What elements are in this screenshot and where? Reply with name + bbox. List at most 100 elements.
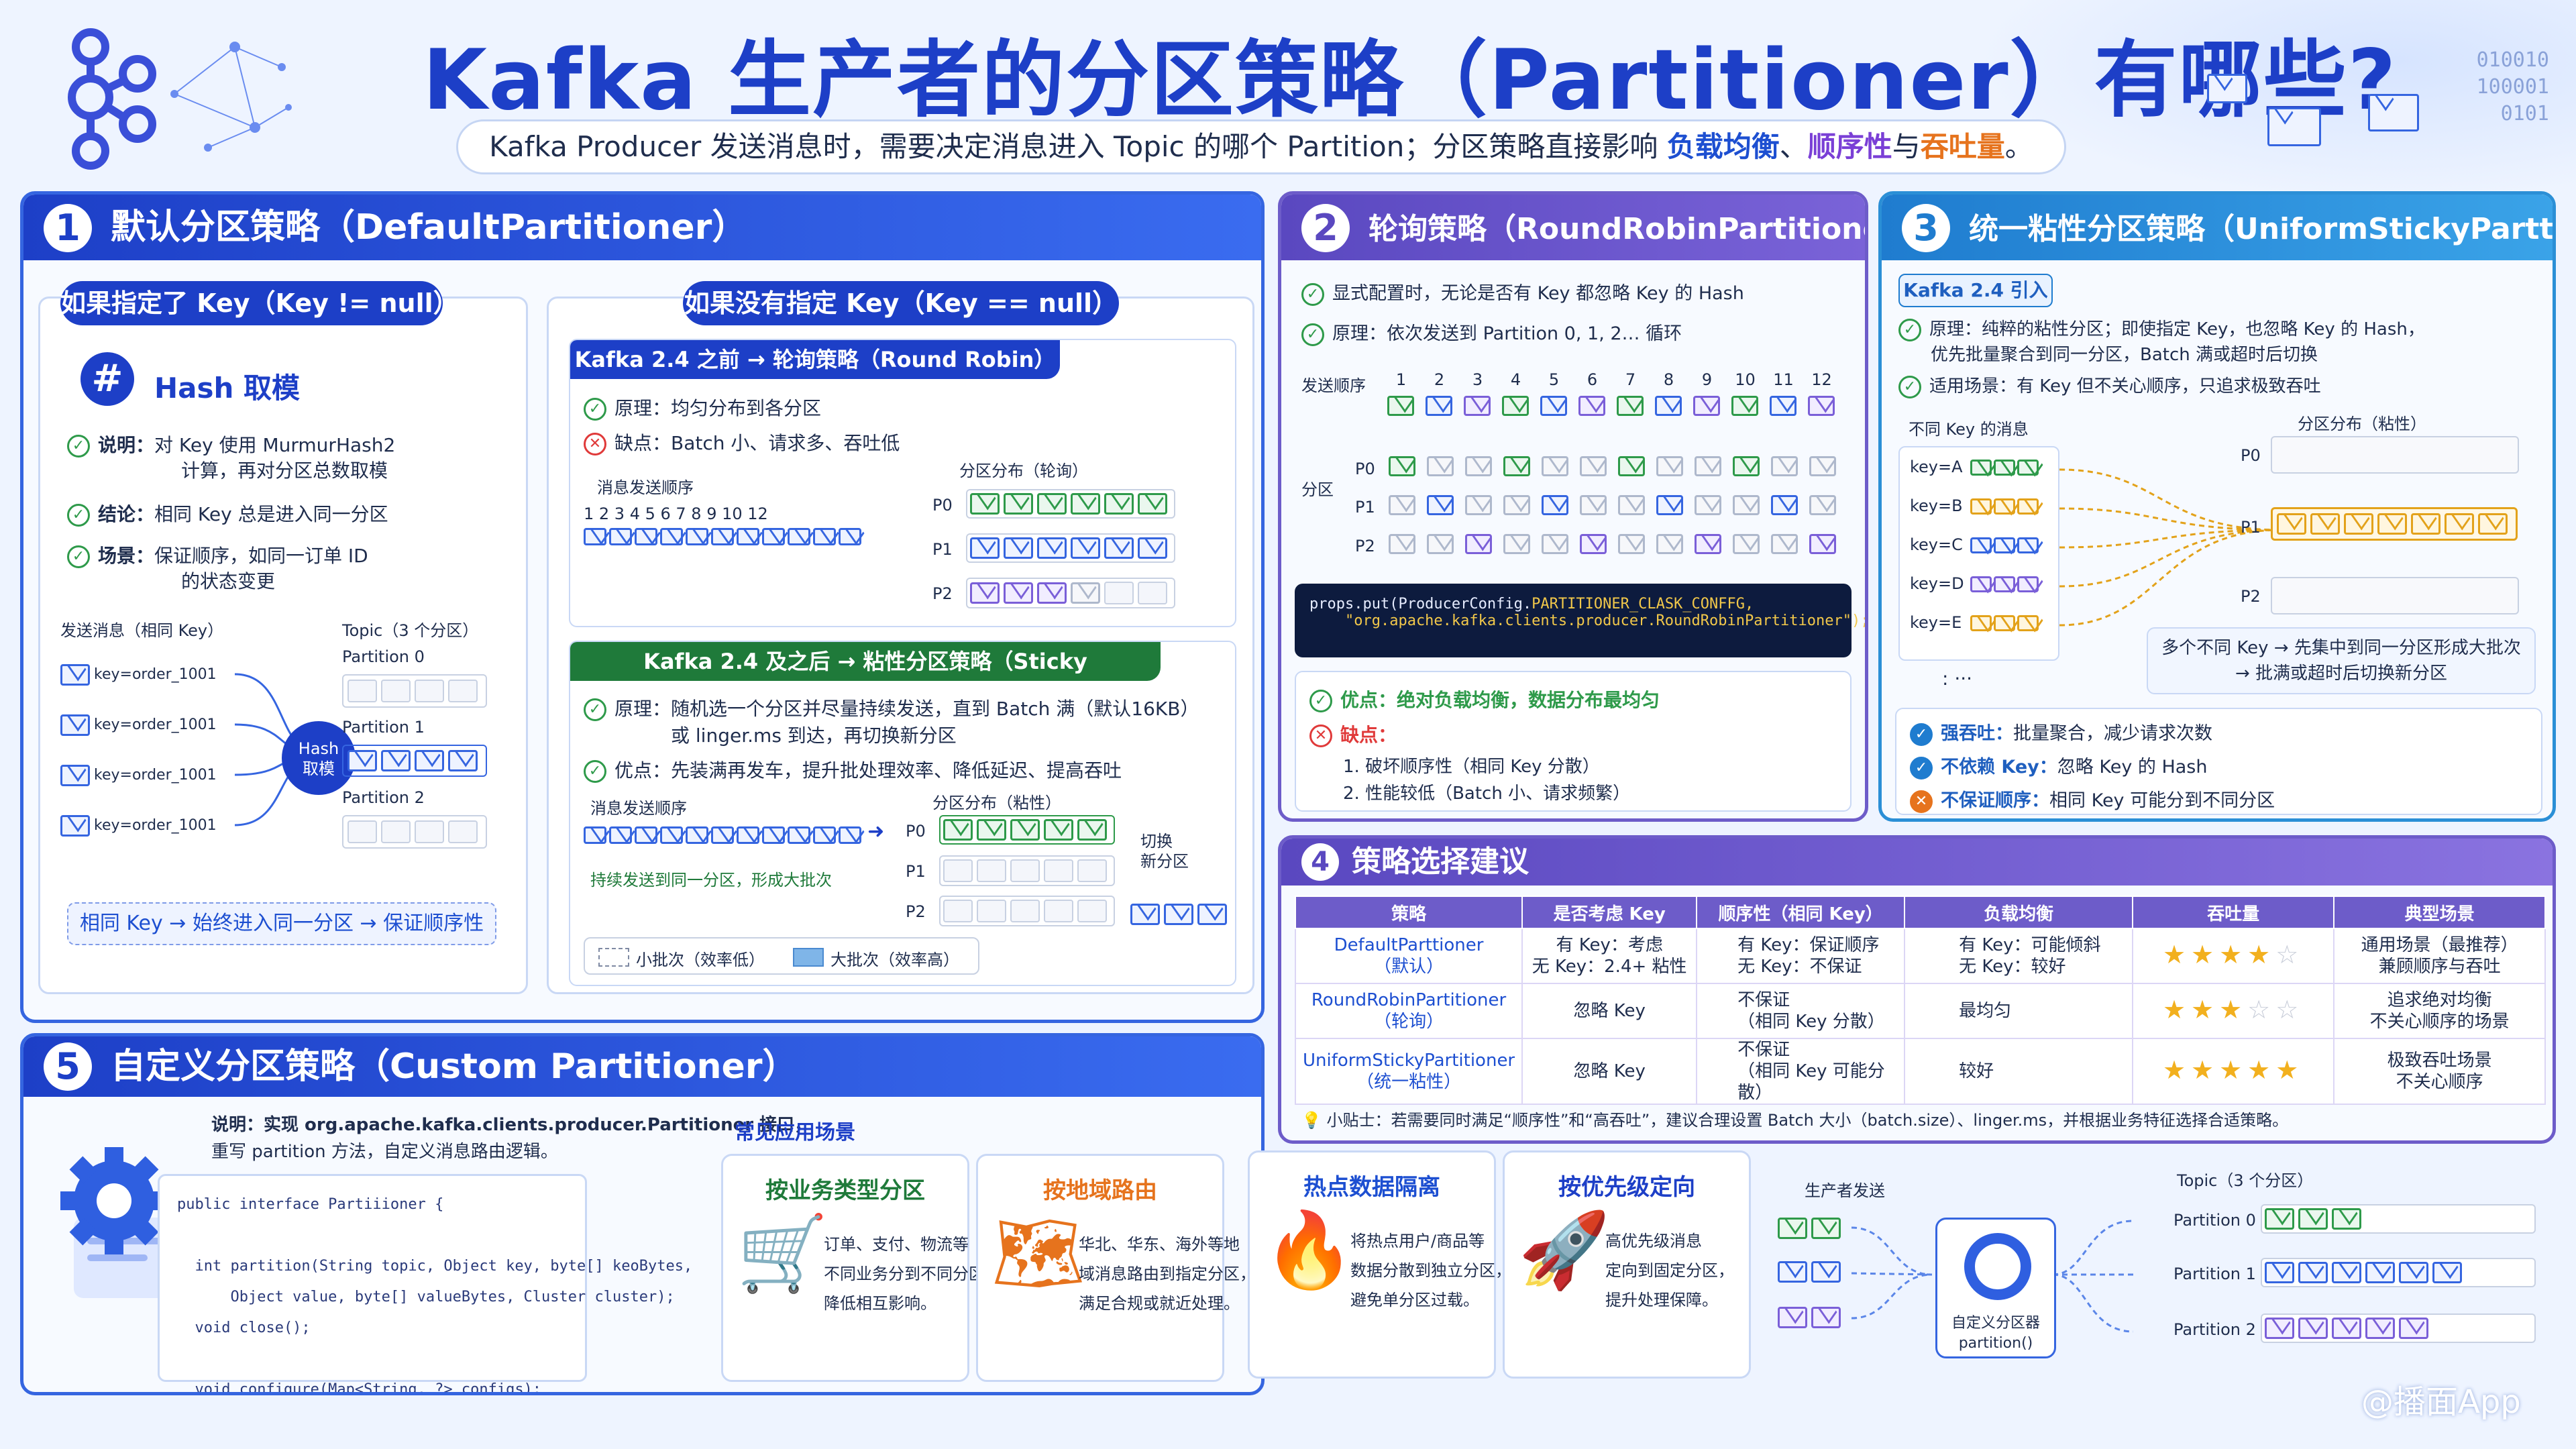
partition-2-box <box>342 815 487 849</box>
envelope-icon <box>1503 456 1530 476</box>
envelope-icon <box>2411 513 2440 535</box>
router-label: 自定义分区器 partition() <box>1951 1315 2040 1352</box>
scenes-label: 常见应用场景 <box>735 1121 855 1144</box>
envelope-icon <box>2365 1318 2395 1339</box>
custom-desc: 说明：实现 org.apache.kafka.clients.producer.… <box>211 1115 812 1162</box>
rr2-p1 <box>1389 495 1847 515</box>
envelope-icon <box>660 528 683 545</box>
envelope-icon <box>1104 537 1134 559</box>
star-icon: ★ <box>2162 1055 2192 1085</box>
envelope-icon <box>1618 456 1645 476</box>
map-pin-icon: 🗺 <box>991 1210 1085 1296</box>
envelope-icon <box>2332 1262 2361 1283</box>
envelope-icon <box>1389 534 1415 554</box>
envelope-icon <box>2399 1318 2428 1339</box>
panel-3-title: 统一粘性分区策略（UniformStickyParttioner） <box>1969 212 2554 246</box>
check-icon: ✓ <box>584 398 606 421</box>
x-icon: ✕ <box>1309 724 1332 747</box>
envelope-icon <box>1389 495 1415 515</box>
envelope-icon <box>1542 495 1568 515</box>
table-cell: UniformStickyPartitioner （统一粘性） <box>1294 1038 1523 1105</box>
envelope-icon <box>1465 456 1492 476</box>
envelope-icon <box>1503 495 1530 515</box>
partitioner-interface-code: public interface Partiiioner { int parti… <box>158 1174 692 1392</box>
send-label: 发送消息（相同 Key） <box>60 621 224 640</box>
sequence-number: 3 <box>1472 370 1483 389</box>
table-cell: 较好 <box>1904 1038 2134 1105</box>
panel-default-partitioner: 1 默认分区策略（DefaultPartitioner） 如果指定了 Key（K… <box>20 191 1265 1023</box>
keyless-subpanel: 如果没有指定 Key（Key == null） Kafka 2.4 之前 → 轮… <box>547 281 1254 994</box>
envelope-icon <box>839 528 861 545</box>
envelope-icon <box>1771 456 1798 476</box>
panel-1-header: 1 默认分区策略（DefaultPartitioner） <box>23 195 1261 260</box>
envelope-icon <box>762 826 785 844</box>
legend-small: 小批次（效率低） <box>636 951 765 969</box>
custom-p1 <box>2261 1258 2536 1287</box>
envelope-icon <box>635 826 657 844</box>
envelope-icon <box>2332 1318 2361 1339</box>
topic-label: Topic（3 个分区） <box>342 621 479 640</box>
panel-round-robin: 2 轮询策略（RoundRobinPartitioner） ✓显式配置时，无论是… <box>1278 191 1868 822</box>
partition-label: Partition 2 <box>342 788 425 807</box>
partition-label: Partition 1 <box>342 718 425 737</box>
table-cell: 有 Key：保证顺序 无 Key：不保证 <box>1696 928 1906 984</box>
envelope-icon <box>347 750 377 771</box>
rr-con: ✕ 缺点： <box>1309 720 1397 747</box>
envelope-icon <box>1618 495 1645 515</box>
star-icon: ★ <box>2247 1055 2276 1085</box>
switched-batch <box>1130 904 1231 925</box>
table-cell: 不保证 （相同 Key 可能分散） <box>1696 1038 1906 1105</box>
table-header: 负载均衡 <box>1904 896 2134 929</box>
envelope-icon <box>970 582 1000 604</box>
table-cell: 最均匀 <box>1904 983 2134 1039</box>
big-batch-swatch <box>793 948 824 967</box>
envelope-icon <box>60 714 90 736</box>
hash-title: Hash 取模 <box>154 372 301 405</box>
envelope-icon <box>60 765 90 786</box>
partition-label: Partition 0 <box>342 647 425 666</box>
sticky-p2 <box>939 896 1115 926</box>
envelope-icon <box>1656 456 1683 476</box>
envelope-icon <box>1037 537 1067 559</box>
envelope-icon <box>2298 1262 2328 1283</box>
section-number: 5 <box>44 1042 92 1091</box>
check-icon: ✓ <box>1301 282 1324 306</box>
cart-icon: 🛒 <box>737 1210 828 1296</box>
table-header: 策略 <box>1294 896 1523 929</box>
star-icon: ★ <box>2219 1055 2248 1085</box>
partition-label: Partition 2 <box>2174 1320 2256 1339</box>
p-label: P2 <box>2241 587 2261 606</box>
flame-icon: 🔥 <box>1263 1207 1355 1293</box>
star-icon: ☆ <box>2247 994 2276 1024</box>
star-icon: ★ <box>2191 994 2220 1024</box>
check-icon: ✓ <box>1910 756 1933 780</box>
envelope-icon <box>635 528 657 545</box>
envelope-icon <box>2365 1262 2395 1283</box>
sticky-p0 <box>939 815 1115 845</box>
envelope-icon <box>2298 1208 2328 1230</box>
envelope-icon <box>1077 819 1107 841</box>
rr-con: ✕ 缺点：Batch 小、请求多、吞吐低 <box>584 429 900 455</box>
envelope-icon <box>2207 74 2247 103</box>
envelope-icon <box>1733 495 1760 515</box>
legend: 小批次（效率低） 大批次（效率高） <box>584 937 979 975</box>
scene-card: 热点数据隔离 🔥 将热点用户/商品等 数据分散到独立分区， 避免单分区过载。 <box>1248 1150 1511 1379</box>
dist-label: 分区分布（粘性） <box>2298 415 2426 433</box>
table-row: RoundRobinPartitioner （轮询） 忽略 Key 不保证 （相同 … <box>1294 983 2546 1039</box>
rating-stars: ★★★★☆ <box>2132 928 2335 984</box>
sticky-note: 持续发送到同一分区，形成大批次 <box>590 871 832 890</box>
envelope-icon <box>2432 1262 2462 1283</box>
producer-msgs <box>1778 1261 1845 1283</box>
rr-line: ✓ 显式配置时，无论是否有 Key 都忽略 Key 的 Hash <box>1301 278 1744 306</box>
envelope-icon <box>2377 513 2407 535</box>
topic-label: Topic（3 个分区） <box>2177 1171 2314 1190</box>
star-icon: ★ <box>2275 1055 2304 1085</box>
envelope-icon <box>711 528 734 545</box>
check-icon: ✓ <box>67 504 90 527</box>
rr2-p2 <box>1389 534 1847 554</box>
panel-5-title: 自定义分区策略（Custom Partitioner） <box>111 1046 798 1087</box>
feature: ✓ 强吞吐：批量聚合，减少请求次数 <box>1910 718 2212 746</box>
gear-icon <box>1964 1233 2031 1300</box>
envelope-icon <box>1618 534 1645 554</box>
message: key=order_1001 <box>60 815 217 837</box>
